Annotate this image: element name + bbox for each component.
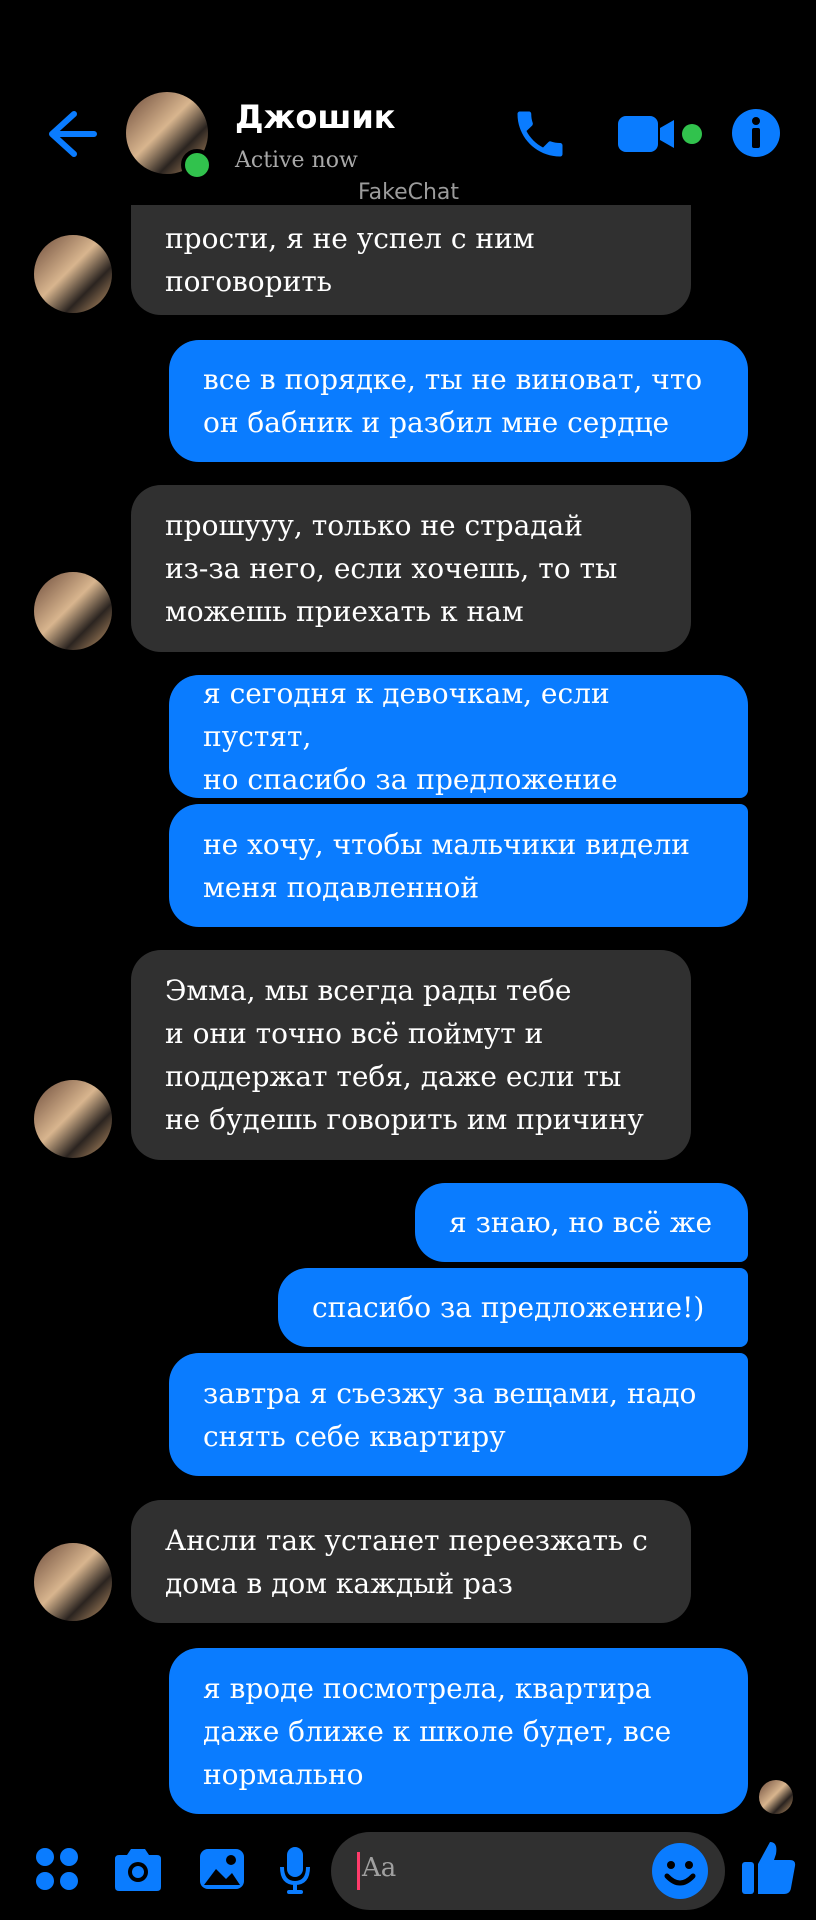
message-outgoing[interactable]: я вроде посмотрела, квартира даже ближе … [169, 1648, 748, 1814]
image-icon[interactable] [198, 1845, 246, 1893]
message-outgoing[interactable]: я сегодня к девочкам, если пустят, но сп… [169, 675, 748, 798]
message-incoming[interactable]: прошууу, только не страдай из-за него, е… [131, 485, 691, 652]
message-outgoing[interactable]: я знаю, но всё же [415, 1183, 748, 1262]
apps-grid-icon[interactable] [33, 1845, 81, 1893]
sender-avatar [34, 1543, 112, 1621]
phone-icon[interactable] [510, 104, 570, 164]
message-incoming[interactable]: прости, я не успел с ним поговорить [131, 205, 691, 315]
thumbs-up-icon[interactable] [740, 1838, 798, 1896]
message-outgoing[interactable]: спасибо за предложение!) [278, 1268, 748, 1347]
message-outgoing[interactable]: не хочу, чтобы мальчики видели меня пода… [169, 804, 748, 927]
message-outgoing[interactable]: завтра я съезжу за вещами, надо снять се… [169, 1353, 748, 1476]
read-receipt-avatar [759, 1780, 793, 1814]
watermark: FakeChat [358, 180, 460, 205]
camera-icon[interactable] [111, 1845, 165, 1893]
contact-name[interactable]: Джошик [235, 98, 395, 136]
contact-status: Active now [235, 148, 358, 173]
message-outgoing[interactable]: все в порядке, ты не виноват, что он баб… [169, 340, 748, 462]
message-input-placeholder: Aa [362, 1853, 397, 1883]
text-caret [357, 1852, 360, 1890]
video-camera-icon[interactable] [616, 112, 676, 156]
online-indicator [181, 149, 213, 181]
microphone-icon[interactable] [279, 1845, 311, 1895]
info-icon[interactable] [731, 108, 781, 158]
sender-avatar [34, 235, 112, 313]
back-arrow-icon[interactable] [44, 108, 100, 160]
sender-avatar [34, 1080, 112, 1158]
chat-header: Джошик Active now FakeChat [0, 0, 816, 205]
message-incoming[interactable]: Ансли так устанет переезжать с дома в до… [131, 1500, 691, 1623]
sender-avatar [34, 572, 112, 650]
video-active-dot [682, 124, 702, 144]
message-incoming[interactable]: Эмма, мы всегда рады тебе и они точно вс… [131, 950, 691, 1160]
smile-icon[interactable] [651, 1842, 709, 1900]
